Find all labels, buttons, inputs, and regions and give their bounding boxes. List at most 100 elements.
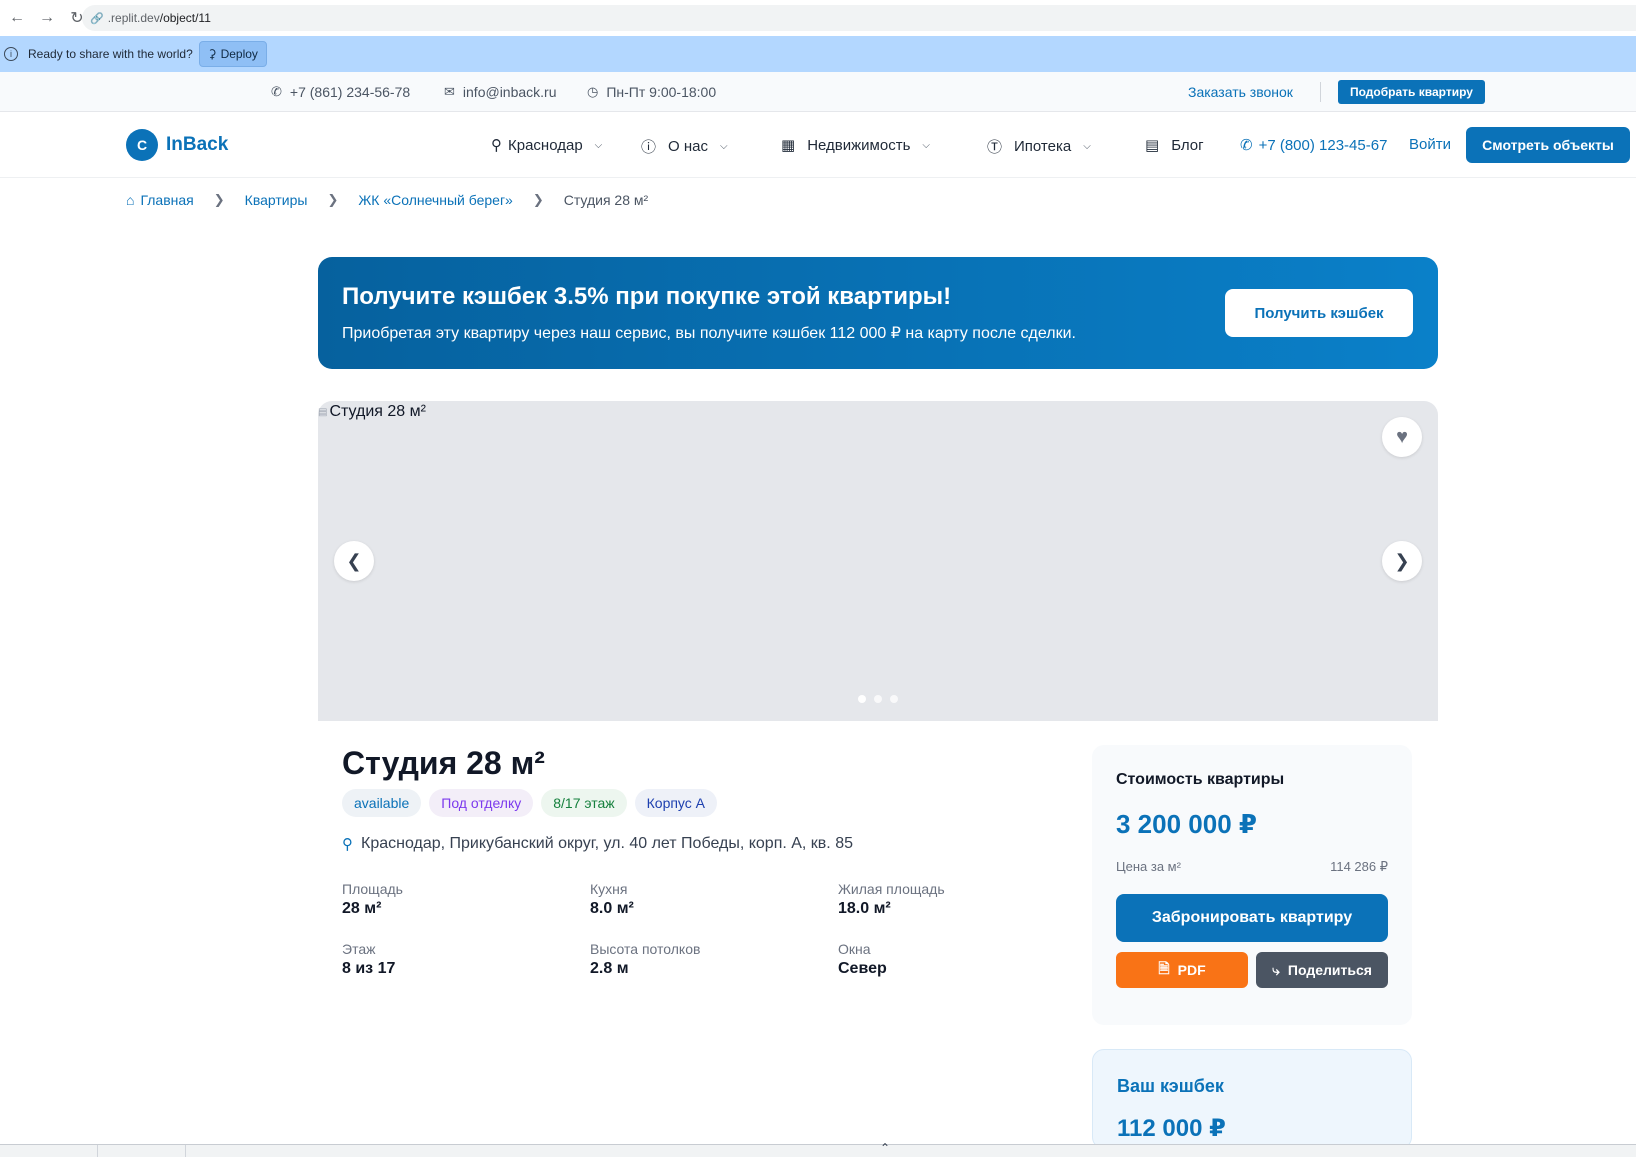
file-pdf-icon: 🗎	[1158, 960, 1170, 976]
spec-value: Север	[838, 960, 887, 977]
breadcrumb-home[interactable]: ⌂ Главная	[126, 192, 194, 208]
phone-icon: ✆	[271, 84, 282, 99]
favorite-button[interactable]: ♥	[1382, 417, 1422, 457]
topbar-hours: ◷ Пн-Пт 9:00-18:00	[587, 84, 716, 100]
chevron-down-icon: ⌵	[1083, 141, 1091, 152]
back-icon[interactable]: ←	[4, 5, 30, 31]
finish-tag: Под отделку	[429, 789, 534, 817]
status-tag: available	[342, 789, 422, 817]
prev-slide-button[interactable]: ❮	[334, 541, 374, 581]
next-slide-button[interactable]: ❯	[1382, 541, 1422, 581]
spec-area: Площадь 28 м²	[342, 881, 403, 918]
link-icon: 🔗	[90, 12, 104, 25]
chevron-up-icon[interactable]: ⌃	[880, 1141, 890, 1155]
pick-apartment-button[interactable]: Подобрать квартиру	[1338, 80, 1485, 104]
slide-dot[interactable]	[874, 695, 882, 703]
get-cashback-button[interactable]: Получить кэшбек	[1225, 289, 1413, 337]
nav-realty-dropdown[interactable]: ▦ Недвижимость ⌵	[781, 136, 930, 155]
cashback-value: 112 000 ₽	[1117, 1115, 1226, 1142]
nav-blog[interactable]: ▤ Блог	[1145, 136, 1204, 155]
forward-icon[interactable]: →	[34, 5, 60, 31]
view-objects-button[interactable]: Смотреть объекты	[1466, 127, 1630, 163]
share-button[interactable]: ⤷ Поделиться	[1256, 952, 1388, 988]
price-per-sqm-label: Цена за м²	[1116, 859, 1181, 874]
bottom-status-strip: ⌃	[0, 1141, 1636, 1157]
chevron-right-icon: ❯	[532, 192, 544, 207]
nav-mortgage-dropdown[interactable]: Ⓣ Ипотека ⌵	[987, 136, 1091, 157]
nav-phone-link[interactable]: ✆ +7 (800) 123-45-67	[1240, 136, 1388, 155]
broken-image: ▤ Студия 28 м²	[318, 403, 426, 421]
chevron-down-icon: ⌵	[719, 141, 728, 152]
tag-list: available Под отделку 8/17 этаж Корпус А	[342, 789, 718, 817]
spec-label: Окна	[838, 941, 871, 957]
photo-gallery: ▤ Студия 28 м² ♥ ❮ ❯	[318, 401, 1438, 721]
address-bar[interactable]: 🔗 .replit.dev/object/11	[82, 5, 1636, 31]
topbar-phone-text: +7 (861) 234-56-78	[289, 84, 411, 100]
bottom-tab[interactable]	[0, 1145, 98, 1157]
object-details: Студия 28 м² available Под отделку 8/17 …	[318, 721, 1438, 1149]
breadcrumb-apartments[interactable]: Квартиры	[245, 192, 308, 208]
divider	[1320, 82, 1321, 102]
spec-windows: Окна Север	[838, 941, 887, 978]
deploy-message: Ready to share with the world?	[28, 47, 193, 61]
spec-value: 18.0 м²	[838, 900, 891, 917]
banner-description: Приобретая эту квартиру через наш сервис…	[342, 325, 1076, 342]
image-alt-text: Студия 28 м²	[329, 403, 426, 420]
breadcrumb-current: Студия 28 м²	[563, 192, 649, 208]
spec-value: 28 м²	[342, 900, 382, 917]
login-link[interactable]: Войти	[1409, 136, 1451, 153]
logo[interactable]: С InBack	[126, 129, 228, 161]
nav-about-dropdown[interactable]: ⓘ О нас ⌵	[641, 136, 728, 157]
slide-dot[interactable]	[858, 695, 866, 703]
heart-icon: ♥	[1396, 425, 1408, 448]
price-per-sqm-value: 114 286 ₽	[1330, 859, 1388, 874]
pdf-button-label: PDF	[1177, 962, 1206, 978]
spec-living-area: Жилая площадь 18.0 м²	[838, 881, 945, 918]
share-icon: ⤷	[1272, 961, 1280, 978]
spec-label: Площадь	[342, 881, 403, 897]
home-icon: ⌂	[126, 192, 135, 208]
object-title: Студия 28 м²	[342, 745, 545, 781]
dollar-circle-icon: Ⓣ	[987, 139, 1003, 156]
nav-mortgage-label: Ипотека	[1014, 138, 1072, 155]
share-button-label: Поделиться	[1287, 962, 1372, 978]
logo-text: InBack	[166, 134, 229, 155]
clock-icon: ◷	[587, 84, 599, 99]
spec-label: Жилая площадь	[838, 881, 945, 897]
mail-icon: ✉	[444, 84, 455, 99]
browser-toolbar: ← → ↻ 🔗 .replit.dev/object/11	[0, 0, 1636, 36]
book-apartment-button[interactable]: Забронировать квартиру	[1116, 894, 1388, 942]
callback-link[interactable]: Заказать звонок	[1188, 84, 1293, 100]
slide-indicators	[858, 695, 898, 703]
nav-city-dropdown[interactable]: ⚲ Краснодар ⌵	[491, 136, 602, 155]
nav-city-label: Краснодар	[508, 136, 583, 154]
nav-about-label: О нас	[668, 138, 708, 155]
pin-icon: ⚳	[207, 47, 217, 61]
phone-icon: ✆	[1240, 137, 1253, 154]
url-path: /object/11	[159, 11, 211, 25]
cashback-card: Ваш кэшбек 112 000 ₽	[1092, 1049, 1412, 1149]
topbar-phone[interactable]: ✆ +7 (861) 234-56-78	[271, 84, 410, 100]
address: ⚲ Краснодар, Прикубанский округ, ул. 40 …	[342, 835, 853, 853]
spec-floor: Этаж 8 из 17	[342, 941, 395, 978]
breadcrumb-complex[interactable]: ЖК «Солнечный берег»	[358, 192, 512, 208]
chevron-right-icon: ❯	[1394, 550, 1410, 571]
building-tag: Корпус А	[634, 789, 718, 817]
location-pin-icon: ⚲	[491, 137, 502, 154]
topbar-email[interactable]: ✉ info@inback.ru	[444, 84, 557, 100]
url-host: .replit.dev	[107, 11, 160, 25]
spec-ceiling-height: Высота потолков 2.8 м	[590, 941, 700, 978]
nav-phone-text: +7 (800) 123-45-67	[1258, 136, 1388, 154]
bottom-tab[interactable]	[98, 1145, 186, 1157]
address-text: Краснодар, Прикубанский округ, ул. 40 ле…	[361, 835, 853, 852]
pdf-button[interactable]: 🗎 PDF	[1116, 952, 1248, 988]
deploy-button[interactable]: ⚳ Deploy	[198, 41, 267, 67]
spec-label: Кухня	[590, 881, 628, 897]
slide-dot[interactable]	[890, 695, 898, 703]
spec-kitchen: Кухня 8.0 м²	[590, 881, 634, 918]
apartment-price: 3 200 000 ₽	[1116, 809, 1257, 839]
deploy-button-label: Deploy	[220, 47, 258, 61]
newspaper-icon: ▤	[1145, 137, 1160, 154]
chevron-right-icon: ❯	[327, 192, 339, 207]
main-navigation: С InBack ⚲ Краснодар ⌵ ⓘ О нас ⌵ ▦ Недви…	[0, 113, 1636, 178]
